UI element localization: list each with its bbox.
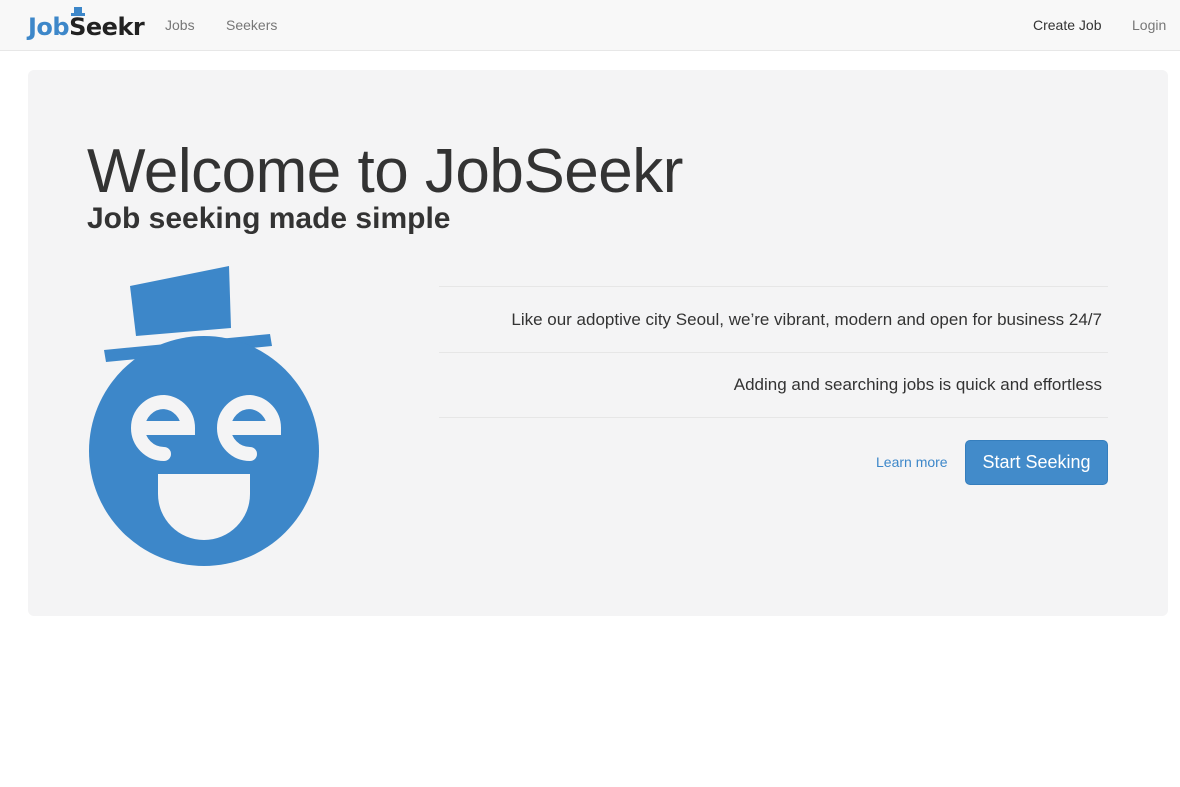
feature-item: Like our adoptive city Seoul, we’re vibr… — [439, 286, 1108, 352]
hero-jumbotron: Welcome to JobSeekr Job seeking made sim… — [28, 70, 1168, 616]
brand-text-eekr: eekr — [85, 13, 145, 41]
brand-logo[interactable]: Job S eekr — [28, 7, 145, 41]
nav-login[interactable]: Login — [1132, 17, 1166, 33]
start-seeking-button[interactable]: Start Seeking — [965, 440, 1108, 485]
brand-text-job: Job — [28, 13, 70, 41]
page-subtitle: Job seeking made simple — [87, 202, 451, 235]
nav-jobs[interactable]: Jobs — [165, 17, 195, 33]
page-title: Welcome to JobSeekr — [87, 137, 683, 206]
learn-more-link[interactable]: Learn more — [876, 454, 948, 470]
feature-list: Like our adoptive city Seoul, we’re vibr… — [439, 286, 1108, 418]
nav-create-job[interactable]: Create Job — [1033, 17, 1101, 33]
navbar: Job S eekr Jobs Seekers Create Job Login — [0, 0, 1180, 51]
feature-item: Adding and searching jobs is quick and e… — [439, 352, 1108, 418]
smiling-face-top-hat-icon — [89, 266, 319, 566]
brand-text-s: S — [69, 13, 86, 41]
nav-seekers[interactable]: Seekers — [226, 17, 277, 33]
brand-s-wrapper: S — [69, 7, 86, 41]
